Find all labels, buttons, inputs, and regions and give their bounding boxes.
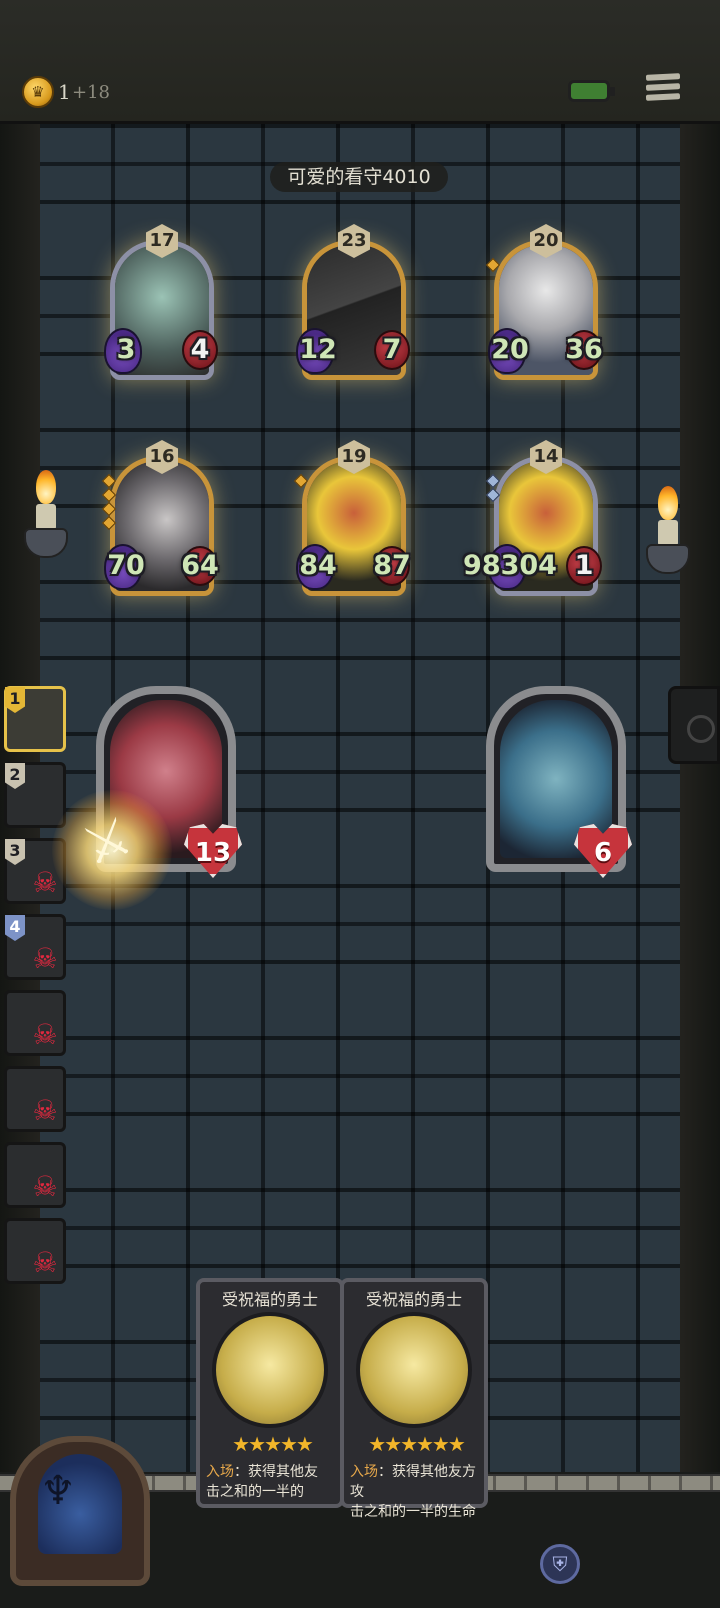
gem-icon bbox=[101, 487, 117, 503]
candle bbox=[36, 504, 56, 530]
card-text: 击之和的一半的生命 bbox=[350, 1504, 476, 1520]
queue-slot[interactable]: 2 bbox=[4, 762, 66, 828]
unit-gems bbox=[293, 473, 309, 490]
card-description: 入场：获得其他友方攻 击之和的一半的生命 bbox=[350, 1462, 482, 1522]
gem-icon bbox=[101, 515, 117, 531]
card-stars: ★★★★★ bbox=[232, 1432, 314, 1456]
card-text: ：获得其他友 bbox=[234, 1464, 318, 1480]
menu-button[interactable] bbox=[645, 73, 681, 106]
unit-attack: 84 bbox=[299, 550, 337, 581]
card-title: 受祝福的勇士 bbox=[221, 1290, 318, 1309]
flame-icon bbox=[36, 470, 56, 504]
menu-bar bbox=[645, 83, 681, 91]
sword-icon: ⚔ bbox=[75, 805, 140, 879]
side-panel-button[interactable] bbox=[668, 686, 720, 764]
skull-icon: ☠ bbox=[32, 1094, 58, 1127]
opponent-name: 可爱的看守4010 bbox=[270, 162, 448, 192]
gem-icon bbox=[293, 473, 309, 489]
attack-effect: ⚔ bbox=[52, 790, 172, 910]
flame-icon bbox=[658, 486, 678, 520]
unit-attack: 3 bbox=[116, 334, 136, 365]
card-title: 受祝福的勇士 bbox=[365, 1290, 462, 1309]
queue-number: 2 bbox=[5, 763, 25, 789]
turn-queue: 1 2 3 ☠ 4 ☠ ☠ ☠ ☠ ☠ bbox=[0, 686, 70, 1284]
unit-gems bbox=[485, 473, 501, 504]
torch-right-icon bbox=[646, 486, 690, 576]
queue-slot[interactable]: ☠ bbox=[4, 1218, 66, 1284]
enemy-unit[interactable]: 16 70 64 bbox=[101, 440, 222, 604]
unit-gems bbox=[485, 257, 501, 274]
gem-icon bbox=[485, 473, 501, 489]
gem-icon bbox=[101, 501, 117, 517]
unit-health: 64 bbox=[181, 550, 219, 581]
menu-bar bbox=[645, 73, 681, 81]
queue-number: 1 bbox=[5, 687, 25, 713]
torch-left-icon bbox=[24, 470, 68, 560]
gem-icon bbox=[101, 473, 117, 489]
skull-icon: ☠ bbox=[32, 1170, 58, 1203]
enemy-unit[interactable]: 14 98304 1 bbox=[463, 440, 606, 604]
enemy-unit[interactable]: 17 3 4 bbox=[102, 224, 222, 388]
gem-icon bbox=[485, 487, 501, 503]
skull-icon: ☠ bbox=[32, 866, 58, 899]
gold-count: 1 bbox=[58, 80, 71, 104]
torch-holder bbox=[646, 544, 690, 574]
card-stars: ★★★★★★ bbox=[368, 1432, 466, 1456]
unit-attack: 70 bbox=[107, 550, 145, 581]
right-pillar bbox=[678, 124, 720, 1484]
blessed-warrior-art bbox=[356, 1312, 472, 1428]
enemy-unit[interactable]: 20 20 36 bbox=[485, 224, 606, 388]
shield-icon[interactable]: ⛨ bbox=[540, 1544, 580, 1584]
torch-holder bbox=[24, 528, 68, 558]
candle bbox=[658, 520, 678, 546]
unit-health: 87 bbox=[373, 550, 411, 581]
unit-health: 7 bbox=[382, 334, 402, 365]
portal-button[interactable]: ♆ bbox=[10, 1436, 150, 1586]
top-bar: ♛ 1 +18 bbox=[0, 0, 720, 124]
queue-slot[interactable]: ☠ bbox=[4, 1066, 66, 1132]
queue-slot[interactable]: ☠ bbox=[4, 1142, 66, 1208]
card-description: 入场：获得其他友 击之和的一半的 bbox=[206, 1462, 338, 1502]
skull-icon: ☠ bbox=[32, 942, 58, 975]
enemy-hero[interactable]: 6 bbox=[482, 686, 632, 886]
menu-bar bbox=[645, 93, 681, 101]
card-keyword: 入场 bbox=[350, 1464, 378, 1480]
hand-card[interactable]: 受祝福的勇士 ★★★★★★ 入场：获得其他友方攻 击之和的一半的生命 bbox=[340, 1278, 488, 1520]
queue-number: 3 bbox=[5, 839, 25, 865]
card-text: 击之和的一半的 bbox=[206, 1484, 304, 1500]
skull-icon: ☠ bbox=[32, 1246, 58, 1279]
blessed-warrior-art bbox=[212, 1312, 328, 1428]
card-keyword: 入场 bbox=[206, 1464, 234, 1480]
unit-attack: 12 bbox=[299, 334, 337, 365]
unit-attack: 20 bbox=[491, 334, 529, 365]
enemy-unit[interactable]: 23 12 7 bbox=[294, 224, 414, 388]
battery-icon bbox=[568, 80, 615, 102]
enemy-unit[interactable]: 19 84 87 bbox=[293, 440, 414, 604]
queue-slot[interactable]: 4 ☠ bbox=[4, 914, 66, 980]
unit-gems bbox=[101, 473, 117, 532]
queue-slot[interactable]: 1 bbox=[4, 686, 66, 752]
unit-health: 4 bbox=[190, 334, 210, 365]
tentacle-monster-icon: ♆ bbox=[40, 1468, 76, 1514]
gem-icon bbox=[485, 257, 501, 273]
queue-slot[interactable]: ☠ bbox=[4, 990, 66, 1056]
gold-coin-icon: ♛ bbox=[22, 76, 54, 108]
unit-health: 1 bbox=[574, 550, 594, 581]
gold-income: +18 bbox=[72, 82, 110, 103]
unit-health: 36 bbox=[565, 334, 603, 365]
unit-attack: 98304 bbox=[463, 550, 557, 581]
hand-card[interactable]: 受祝福的勇士 ★★★★★ 入场：获得其他友 击之和的一半的 bbox=[196, 1278, 344, 1508]
queue-number: 4 bbox=[5, 915, 25, 941]
skull-icon: ☠ bbox=[32, 1018, 58, 1051]
